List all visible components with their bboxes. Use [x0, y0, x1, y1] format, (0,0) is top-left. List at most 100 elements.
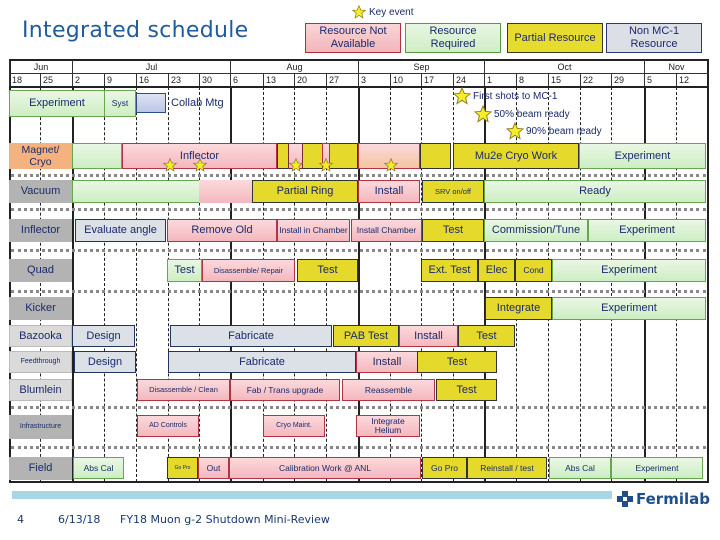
bar-inflector-test: Test — [422, 219, 484, 242]
bar-bazooka-install: Install — [399, 325, 458, 347]
bar-kicker-experiment: Experiment — [552, 297, 706, 320]
legend-non-mc1-resource: Non MC-1 Resource — [606, 23, 702, 53]
milestone-label: 50% beam ready — [494, 108, 570, 120]
fermilab-logo-text: Fermilab — [636, 490, 710, 508]
bar-field-abs-cal: Abs Cal — [73, 457, 124, 479]
bar-bazooka-design: Design — [72, 325, 135, 347]
bar-quad-test: Test — [167, 259, 202, 282]
bar-feedthrough-test: Test — [417, 351, 497, 373]
row-label-blumlein: Blumlein — [9, 379, 72, 401]
bar-disassemble-repair: Disassemble/ Repair — [202, 259, 295, 282]
row-label-feedthrough: Feedthrough — [9, 351, 72, 373]
footer-date: 6/13/18 — [58, 513, 101, 526]
fermilab-logo-icon — [617, 491, 633, 507]
milestone-label: First shots to MC-1 — [473, 90, 558, 102]
bar-install-chamber: Install Chamber — [351, 219, 422, 242]
bar-blumlein-test: Test — [436, 379, 497, 401]
bar-magnet-partial — [420, 143, 451, 169]
bar-collab-mtg — [136, 93, 166, 113]
star-icon — [319, 158, 333, 172]
month-jun: Jun — [9, 60, 72, 74]
star-icon — [193, 158, 207, 172]
bar-fab-trans-upgrade: Fab / Trans upgrade — [230, 379, 340, 401]
milestone-label: 90% beam ready — [526, 125, 602, 137]
bar-syst: Syst — [104, 90, 136, 117]
bar-feedthrough-design: Design — [74, 351, 136, 373]
month-nov: Nov — [644, 60, 708, 74]
bar-experiment: Experiment — [9, 90, 105, 117]
bar-evaluate-angle: Evaluate angle — [75, 219, 166, 242]
bar-quad-test-2: Test — [297, 259, 358, 282]
bar-vacuum-ready: Ready — [484, 180, 706, 203]
bar-vacuum-not-available — [199, 180, 252, 203]
bar-remove-old: Remove Old — [167, 219, 277, 242]
bar-pab-test: PAB Test — [333, 325, 399, 347]
star-icon — [453, 87, 471, 105]
star-icon — [352, 5, 366, 19]
row-separator — [11, 446, 706, 449]
star-icon — [384, 158, 398, 172]
bar-feedthrough-fabricate: Fabricate — [168, 351, 356, 373]
bar-mu2e-cryo: Mu2e Cryo Work — [453, 143, 579, 169]
bar-field-go-pro: Go Pro — [167, 457, 198, 479]
bar-bazooka-test: Test — [458, 325, 515, 347]
milestone-90pct: 90% beam ready — [506, 122, 602, 140]
bar-reassemble: Reassemble — [342, 379, 435, 401]
bar-cryo-maint: Cryo Maint. — [263, 415, 325, 437]
month-oct: Oct — [484, 60, 644, 74]
bar-bazooka-fabricate: Fabricate — [170, 325, 332, 347]
bar-srv-on-off: SRV on/off — [422, 180, 484, 203]
row-label-bazooka: Bazooka — [9, 325, 72, 347]
header-divider — [9, 73, 709, 74]
bar-field-experiment: Experiment — [611, 457, 703, 479]
row-separator — [11, 208, 706, 211]
row-separator — [11, 406, 706, 409]
bar-partial-ring: Partial Ring — [252, 180, 358, 203]
legend-resource-required: Resource Required — [405, 23, 501, 53]
page-title: Integrated schedule — [22, 18, 249, 43]
month-sep: Sep — [358, 60, 484, 74]
milestone-50pct: 50% beam ready — [474, 105, 570, 123]
star-icon — [506, 122, 524, 140]
row-label-vacuum: Vacuum — [9, 180, 72, 203]
row-label-magnet-cryo: Magnet/ Cryo — [9, 143, 72, 169]
legend-resource-not-available: Resource Not Available — [305, 23, 401, 53]
bar-calibration-work-anl: Calibration Work @ ANL — [229, 457, 421, 479]
bar-reinstall-test: Reinstall / test — [467, 457, 547, 479]
bar-magnet-experiment: Experiment — [579, 143, 706, 169]
bar-install-in-chamber: Install in Chamber — [277, 219, 350, 242]
footer-bar — [12, 491, 612, 499]
month-aug: Aug — [230, 60, 358, 74]
star-icon — [163, 158, 177, 172]
legend-key-event: Key event — [352, 5, 413, 19]
row-separator — [11, 174, 706, 177]
bar-integrate-helium: Integrate Helium — [356, 415, 420, 437]
bar-field-go-pro-2: Go Pro — [422, 457, 467, 479]
bar-vacuum-required — [72, 180, 200, 203]
row-separator — [11, 249, 706, 252]
footer-page-number: 4 — [17, 513, 24, 526]
milestone-first-shots: First shots to MC-1 — [453, 87, 557, 105]
bar-field-out: Out — [198, 457, 229, 479]
collab-mtg-label: Collab Mtg — [171, 97, 224, 109]
bar-commission-tune: Commission/Tune — [484, 219, 588, 242]
legend-key-event-label: Key event — [369, 6, 414, 18]
bar-ext-test: Ext. Test — [421, 259, 478, 282]
bar-kicker-integrate: Integrate — [485, 297, 552, 320]
bar-ad-controls: AD Controls — [137, 415, 199, 437]
row-label-inflector: Inflector — [9, 219, 72, 242]
bar-magnet-required — [72, 143, 122, 169]
row-label-kicker: Kicker — [9, 297, 72, 320]
fermilab-logo: Fermilab — [617, 490, 710, 508]
bar-field-abs-cal-2: Abs Cal — [549, 457, 611, 479]
bar-disassemble-clean: Disassemble / Clean — [137, 379, 230, 401]
row-label-quad: Quad — [9, 259, 72, 282]
bar-cond: Cond — [515, 259, 552, 282]
row-label-infrastructure: Infrastructure — [9, 415, 72, 439]
bar-vacuum-install: Install — [358, 180, 420, 203]
legend-partial-resource: Partial Resource — [507, 23, 603, 53]
bar-quad-experiment: Experiment — [552, 259, 706, 282]
row-label-field: Field — [9, 457, 72, 480]
star-icon — [289, 158, 303, 172]
bar-feedthrough-install: Install — [356, 351, 418, 373]
